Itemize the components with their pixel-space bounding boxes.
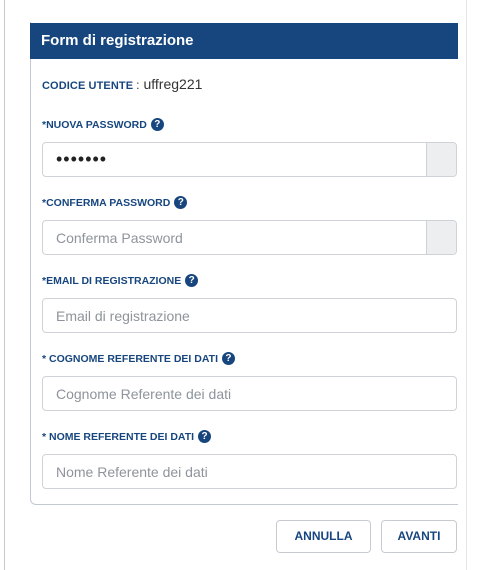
user-code-label: CODICE UTENTE — [42, 80, 134, 92]
new-password-label: *NUOVA PASSWORD ? — [42, 118, 164, 131]
name-label-text: * NOME REFERENTE DEI DATI — [42, 430, 195, 443]
new-password-group — [42, 142, 457, 177]
user-code-separator: : — [136, 78, 140, 92]
user-code-row: CODICE UTENTE: uffreg221 — [42, 76, 202, 92]
surname-input[interactable] — [43, 377, 456, 410]
name-label: * NOME REFERENTE DEI DATI ? — [42, 430, 212, 443]
question-circle-icon[interactable]: ? — [174, 196, 188, 209]
next-button[interactable]: AVANTI — [381, 520, 457, 553]
cancel-button[interactable]: ANNULLA — [276, 520, 371, 553]
right-divider — [466, 0, 467, 570]
email-label-text: *EMAIL DI REGISTRAZIONE — [42, 274, 182, 287]
form-title: Form di registrazione — [41, 32, 194, 49]
name-group — [42, 454, 457, 489]
question-circle-icon[interactable]: ? — [185, 274, 199, 287]
left-divider — [4, 0, 5, 570]
email-input[interactable] — [43, 299, 456, 332]
user-code-value: uffreg221 — [143, 76, 203, 92]
new-password-input[interactable] — [43, 143, 426, 176]
surname-group — [42, 376, 457, 411]
new-password-addon[interactable] — [426, 143, 456, 176]
question-circle-icon[interactable]: ? — [221, 352, 235, 365]
form-header: Form di registrazione — [30, 23, 458, 59]
confirm-password-group — [42, 220, 457, 255]
confirm-password-addon[interactable] — [426, 221, 456, 254]
question-circle-icon[interactable]: ? — [150, 118, 164, 131]
surname-label: * COGNOME REFERENTE DEI DATI ? — [42, 352, 235, 365]
confirm-password-label-text: *CONFERMA PASSWORD — [42, 196, 171, 209]
confirm-password-input[interactable] — [43, 221, 426, 254]
confirm-password-label: *CONFERMA PASSWORD ? — [42, 196, 188, 209]
name-input[interactable] — [43, 455, 456, 488]
new-password-label-text: *NUOVA PASSWORD — [42, 118, 147, 131]
email-group — [42, 298, 457, 333]
email-label: *EMAIL DI REGISTRAZIONE ? — [42, 274, 199, 287]
surname-label-text: * COGNOME REFERENTE DEI DATI — [42, 352, 218, 365]
question-circle-icon[interactable]: ? — [198, 430, 212, 443]
